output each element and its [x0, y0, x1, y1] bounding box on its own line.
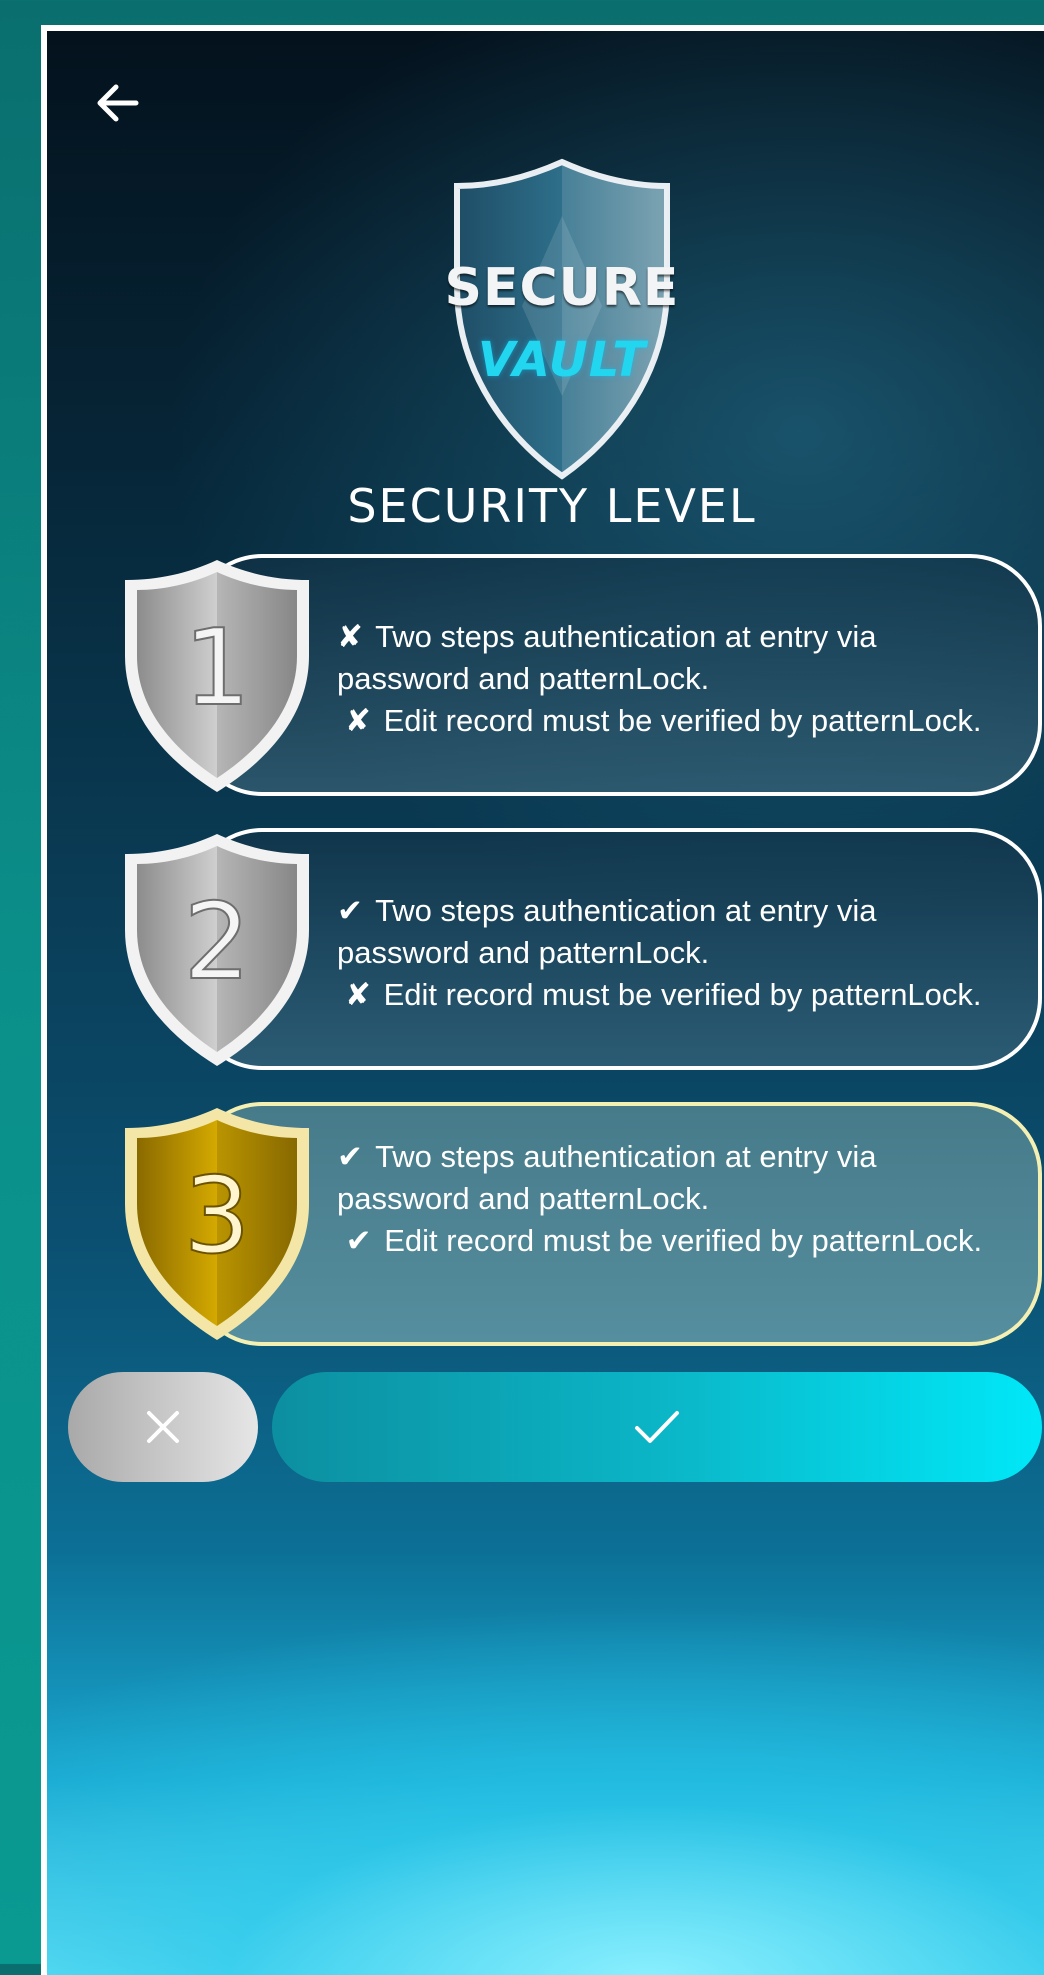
level-2-entry-text: Two steps authentication at entry via pa…	[337, 893, 877, 970]
level-2-entry-line: ✔ Two steps authentication at entry via …	[337, 890, 1008, 974]
level-1-description: ✘ Two steps authentication at entry via …	[337, 616, 1008, 742]
level-3-shield-icon: 3	[125, 1108, 309, 1340]
level-1-edit-line: ✘ Edit record must be verified by patter…	[337, 700, 1008, 742]
level-2-edit-text: Edit record must be verified by patternL…	[383, 977, 982, 1012]
check-icon: ✔	[345, 1223, 372, 1258]
level-1-edit-text: Edit record must be verified by patternL…	[383, 703, 982, 738]
level-3-entry-text: Two steps authentication at entry via pa…	[337, 1139, 877, 1216]
level-2-shield-icon: 2	[125, 834, 309, 1066]
close-icon	[147, 1411, 179, 1443]
level-3-number: 3	[184, 1155, 251, 1277]
level-3-edit-text: Edit record must be verified by patternL…	[384, 1223, 983, 1258]
level-2-description: ✔ Two steps authentication at entry via …	[337, 890, 1008, 1016]
secure-vault-logo: SECURE VAULT	[417, 156, 707, 486]
cross-icon: ✘	[345, 977, 371, 1012]
level-1-entry-line: ✘ Two steps authentication at entry via …	[337, 616, 1008, 700]
level-2-card[interactable]: ✔ Two steps authentication at entry via …	[190, 828, 1042, 1070]
level-3-entry-line: ✔ Two steps authentication at entry via …	[337, 1136, 1008, 1220]
arrow-left-icon	[97, 84, 139, 122]
back-button[interactable]	[87, 73, 147, 133]
logo-text-secure: SECURE	[444, 258, 680, 318]
level-1-entry-text: Two steps authentication at entry via pa…	[337, 619, 877, 696]
level-3-card[interactable]: ✔ Two steps authentication at entry via …	[190, 1102, 1042, 1346]
level-1-number: 1	[184, 607, 251, 729]
cross-icon: ✘	[337, 619, 363, 654]
confirm-button[interactable]	[272, 1372, 1042, 1482]
check-icon: ✔	[337, 893, 363, 928]
level-3-edit-line: ✔ Edit record must be verified by patter…	[337, 1220, 1008, 1262]
level-2-number: 2	[184, 881, 251, 1003]
cross-icon: ✘	[345, 703, 371, 738]
logo-text-vault: VAULT	[477, 332, 647, 388]
level-1-card[interactable]: ✘ Two steps authentication at entry via …	[190, 554, 1042, 796]
page-title: SECURITY LEVEL	[347, 479, 757, 533]
level-2-edit-line: ✘ Edit record must be verified by patter…	[337, 974, 1008, 1016]
check-icon	[635, 1411, 679, 1443]
level-1-shield-icon: 1	[125, 560, 309, 792]
shield-logo-icon	[454, 158, 670, 480]
security-level-screen: SECURE VAULT SECURITY LEVEL ✘ Two steps …	[41, 25, 1044, 1975]
level-3-description: ✔ Two steps authentication at entry via …	[337, 1136, 1008, 1262]
cancel-button[interactable]	[68, 1372, 258, 1482]
check-icon: ✔	[337, 1139, 363, 1174]
